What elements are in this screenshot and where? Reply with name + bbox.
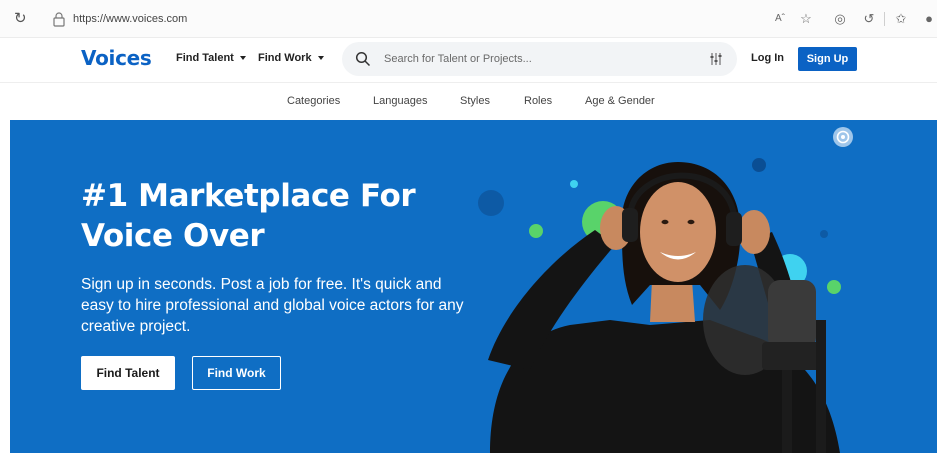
- accessibility-icon[interactable]: [832, 126, 854, 148]
- nav-languages[interactable]: Languages: [373, 95, 427, 107]
- chevron-down-icon: [317, 56, 324, 60]
- search-input[interactable]: [384, 50, 684, 68]
- find-work-label: Find Work: [258, 52, 312, 64]
- chevron-down-icon: [239, 56, 246, 60]
- nav-categories[interactable]: Categories: [287, 95, 340, 107]
- hero-title: #1 Marketplace For Voice Over: [81, 178, 416, 254]
- extensions-icon[interactable]: ◎: [831, 10, 849, 28]
- category-nav: Categories Languages Styles Roles Age & …: [0, 82, 937, 120]
- site-header: Voices Find Talent Find Work Log In Sign…: [0, 38, 937, 82]
- address-bar[interactable]: https://www.voices.com: [73, 13, 187, 25]
- log-in-link[interactable]: Log In: [751, 52, 784, 64]
- nav-styles[interactable]: Styles: [460, 95, 490, 107]
- hero-banner: #1 Marketplace For Voice Over Sign up in…: [10, 120, 937, 453]
- copilot-icon[interactable]: ↺: [860, 10, 878, 28]
- find-talent-label: Find Talent: [176, 52, 234, 64]
- find-talent-button[interactable]: Find Talent: [81, 356, 175, 390]
- find-work-menu[interactable]: Find Work: [258, 52, 324, 64]
- filter-icon[interactable]: [709, 52, 723, 66]
- browser-toolbar: ↻ https://www.voices.com Aˆ ☆ ◎ ↺ ✩ ●: [0, 0, 937, 38]
- profile-icon[interactable]: ●: [920, 10, 937, 28]
- search-icon[interactable]: [355, 51, 371, 67]
- nav-age-gender[interactable]: Age & Gender: [585, 95, 655, 107]
- nav-roles[interactable]: Roles: [524, 95, 552, 107]
- favorites-icon[interactable]: ✩: [892, 10, 910, 28]
- lock-icon[interactable]: [52, 11, 66, 27]
- toolbar-divider: [884, 12, 885, 26]
- sign-up-button[interactable]: Sign Up: [798, 47, 857, 71]
- voices-logo[interactable]: Voices: [81, 46, 152, 70]
- reload-icon[interactable]: ↻: [14, 11, 30, 27]
- find-work-button[interactable]: Find Work: [192, 356, 281, 390]
- find-talent-menu[interactable]: Find Talent: [176, 52, 246, 64]
- search-bar: [342, 42, 737, 76]
- hero-description: Sign up in seconds. Post a job for free.…: [81, 276, 464, 335]
- favorite-add-icon[interactable]: ☆: [797, 10, 815, 28]
- read-aloud-icon[interactable]: Aˆ: [771, 10, 789, 28]
